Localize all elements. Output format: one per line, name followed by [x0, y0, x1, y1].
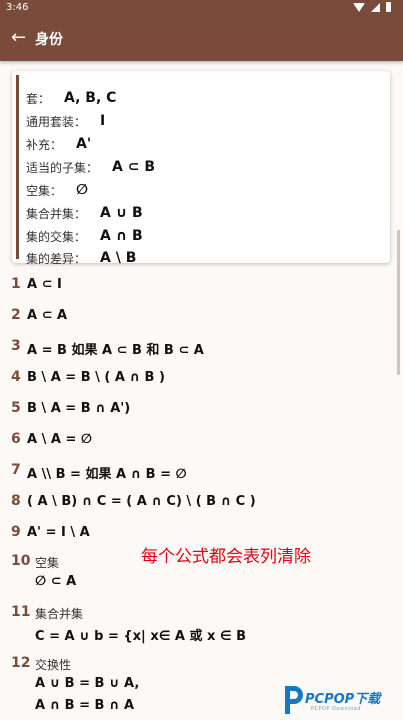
scrollbar-thumb[interactable] — [397, 230, 400, 375]
identity-formula: B \ A = B ∩ A') — [27, 401, 131, 416]
definition-label: 通用套装： — [26, 114, 87, 129]
identity-number: 5 — [11, 400, 21, 416]
identity-caption: 交换性 — [35, 658, 72, 672]
definition-label: 集合并集： — [26, 206, 87, 221]
definition-symbol: A' — [76, 136, 92, 152]
watermark-brand-text: PCPOP — [305, 692, 355, 707]
identity-formula: C = A ∪ b = {x| x∈ A 或 x ∈ B — [35, 629, 246, 644]
pcpop-logo-icon — [285, 686, 303, 714]
definition-row: 集合并集： A ∪ B — [26, 204, 143, 222]
definition-row: 集的交集： A ∩ B — [26, 227, 143, 245]
definition-row: 空集： ∅ — [26, 181, 88, 199]
identity-number: 10 — [11, 553, 31, 569]
definition-label: 集的差异： — [26, 251, 87, 266]
identity-number: 9 — [11, 524, 21, 540]
identity-caption: 集合并集 — [35, 607, 84, 621]
watermark: PCPOP下载 PCPOP Download — [279, 684, 403, 720]
definition-label: 补充： — [26, 137, 63, 152]
identity-formula: A \ A = ∅ — [27, 432, 92, 447]
identity-formula: A ⊂ A — [27, 308, 68, 323]
identity-number: 11 — [11, 604, 31, 620]
definition-row: 集的差异： A \ B — [26, 249, 136, 267]
watermark-subtitle: PCPOP Download — [311, 706, 361, 712]
definition-symbol: A ⊂ B — [112, 159, 155, 175]
definition-symbol: A ∪ B — [100, 205, 143, 221]
identity-formula: ∅ ⊂ A — [35, 574, 77, 589]
identity-formula: B \ A = B \ ( A ∩ B ) — [27, 370, 165, 385]
definition-row: 通用套装： I — [26, 112, 105, 130]
identity-formula: A \\ B = 如果 A ∩ B = ∅ — [27, 467, 187, 482]
watermark-brand: PCPOP下载 — [305, 688, 380, 707]
status-bar: 3:46 — [0, 0, 403, 16]
signal-icon — [371, 2, 380, 12]
identity-formula: ( A \ B) ∩ C = ( A ∩ C) \ ( B ∩ C ) — [27, 494, 256, 509]
promo-caption: 每个公式都会表列清除 — [141, 547, 311, 567]
card-accent-bar — [16, 75, 19, 259]
definition-row: 适当的子集： A ⊂ B — [26, 158, 155, 176]
definition-symbol: A, B, C — [64, 90, 117, 106]
identity-number: 3 — [11, 338, 21, 354]
wifi-icon — [353, 2, 365, 12]
definition-label: 空集： — [26, 183, 63, 198]
definitions-card: 套： A, B, C 通用套装： I 补充： A' 适当的子集： A ⊂ B 空集： ∅ … — [12, 71, 390, 266]
identity-formula: A ⊂ I — [27, 277, 62, 292]
definition-symbol: A \ B — [100, 250, 137, 266]
identity-number: 7 — [11, 462, 21, 478]
battery-icon — [386, 2, 391, 12]
identity-number: 2 — [11, 307, 21, 323]
identity-number: 8 — [11, 493, 21, 509]
definition-row: 套： A, B, C — [26, 89, 116, 107]
back-arrow-icon[interactable]: ← — [11, 28, 29, 48]
definition-label: 适当的子集： — [26, 160, 99, 175]
definition-symbol: A ∩ B — [100, 228, 143, 244]
identity-number: 1 — [11, 276, 21, 292]
definition-label: 集的交集： — [26, 229, 87, 244]
definition-label: 套： — [26, 91, 51, 106]
app-bar: ← 身份 — [0, 16, 403, 61]
definition-row: 补充： A' — [26, 135, 91, 153]
definition-symbol: ∅ — [76, 182, 89, 198]
identity-formula: A ∪ B = B ∪ A, — [35, 676, 140, 691]
identity-number: 4 — [11, 369, 21, 385]
watermark-suffix: 下载 — [354, 692, 381, 707]
status-time: 3:46 — [6, 2, 29, 13]
identity-formula: A' = I \ A — [27, 525, 90, 540]
definition-symbol: I — [100, 113, 106, 129]
identity-formula: A = B 如果 A ⊂ B 和 B ⊂ A — [27, 343, 204, 358]
identity-number: 6 — [11, 431, 21, 447]
status-icons — [353, 2, 391, 12]
identity-caption: 空集 — [35, 556, 60, 570]
identity-number: 12 — [11, 655, 31, 671]
page-title: 身份 — [35, 32, 63, 48]
identity-formula: A ∩ B = B ∩ A — [35, 698, 135, 713]
